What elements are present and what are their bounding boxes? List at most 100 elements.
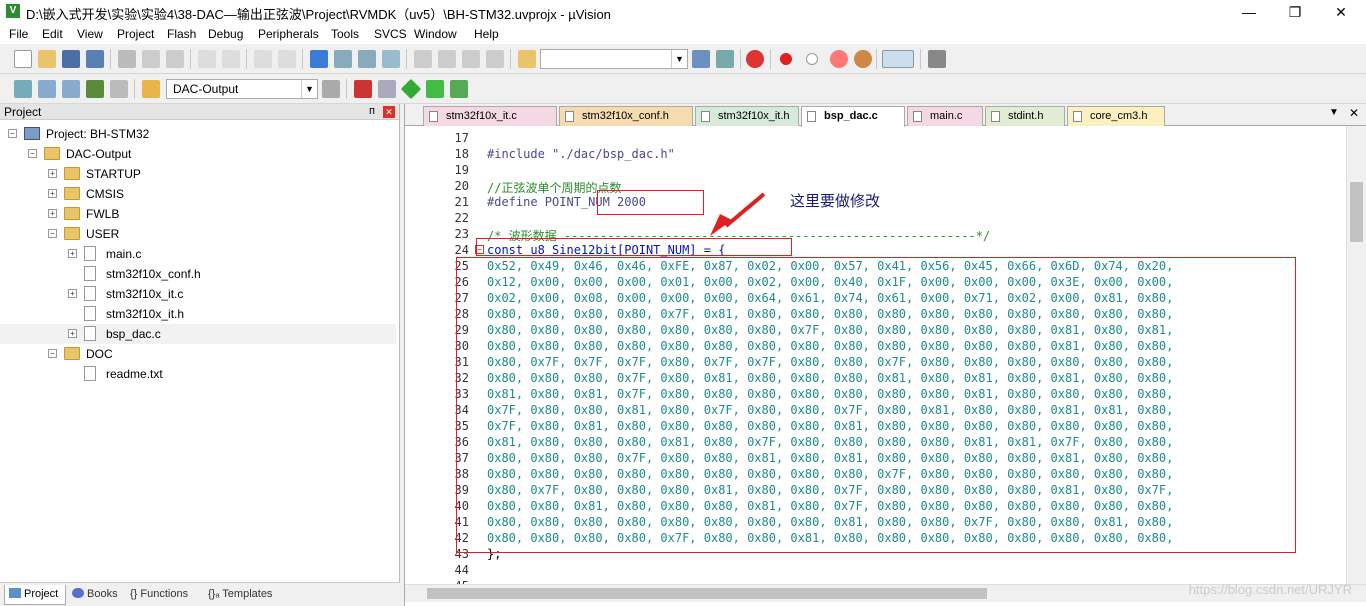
manage-project-items-icon[interactable]	[354, 80, 372, 98]
code-line[interactable]: 19	[405, 162, 1345, 178]
open-file-icon[interactable]	[38, 50, 56, 68]
editor-tab[interactable]: main.c	[907, 106, 983, 126]
menu-svcs[interactable]: SVCS	[374, 27, 407, 41]
expand-icon[interactable]: +	[68, 249, 77, 258]
configure-icon[interactable]	[928, 50, 946, 68]
menu-file[interactable]: File	[9, 27, 28, 41]
tree-item[interactable]: + bsp_dac.c	[0, 324, 396, 344]
editor-tab[interactable]: core_cm3.h	[1067, 106, 1165, 126]
vertical-scroll-thumb[interactable]	[1350, 182, 1363, 242]
manage-rte-icon[interactable]	[450, 80, 468, 98]
menu-debug[interactable]: Debug	[208, 27, 243, 41]
indent-icon[interactable]	[414, 50, 432, 68]
chevron-down-icon[interactable]: ▼	[301, 80, 317, 98]
kill-all-breakpoints-icon[interactable]	[854, 50, 872, 68]
stop-build-icon[interactable]	[110, 80, 128, 98]
code-line[interactable]: 44	[405, 562, 1345, 578]
build-icon[interactable]	[38, 80, 56, 98]
menu-flash[interactable]: Flash	[167, 27, 196, 41]
collapse-icon[interactable]: −	[48, 349, 57, 358]
tree-item[interactable]: − DOC	[0, 344, 396, 364]
breakpoint-icon[interactable]	[780, 53, 792, 65]
code-line[interactable]: 22	[405, 210, 1345, 226]
redo-icon[interactable]	[222, 50, 240, 68]
kill-breakpoints-icon[interactable]	[830, 50, 848, 68]
code-line[interactable]: 18 #include "./dac/bsp_dac.h"	[405, 146, 1345, 162]
unindent-icon[interactable]	[438, 50, 456, 68]
tree-item[interactable]: − Project: BH-STM32	[0, 124, 396, 144]
menu-tools[interactable]: Tools	[331, 27, 359, 41]
pin-icon[interactable]: ᴨ	[369, 105, 375, 117]
uncomment-icon[interactable]	[486, 50, 504, 68]
file-extensions-icon[interactable]	[378, 80, 396, 98]
undo-icon[interactable]	[198, 50, 216, 68]
batch-build-icon[interactable]	[86, 80, 104, 98]
collapse-icon[interactable]: −	[48, 229, 57, 238]
tree-item[interactable]: stm32f10x_conf.h	[0, 264, 396, 284]
menu-help[interactable]: Help	[474, 27, 499, 41]
tab-list-chevron-icon[interactable]: ▼	[1329, 107, 1339, 118]
close-icon[interactable]: ✕	[383, 106, 395, 118]
collapse-icon[interactable]: −	[28, 149, 37, 158]
target-select[interactable]: DAC-Output ▼	[166, 79, 318, 99]
expand-icon[interactable]: +	[48, 209, 57, 218]
clear-bookmarks-icon[interactable]	[382, 50, 400, 68]
restore-button[interactable]: ❐	[1272, 0, 1318, 24]
window-layout-icon[interactable]	[882, 50, 914, 68]
expand-icon[interactable]: +	[68, 329, 77, 338]
download-icon[interactable]	[142, 80, 160, 98]
find-in-files-icon[interactable]	[518, 50, 536, 68]
tree-item[interactable]: + stm32f10x_it.c	[0, 284, 396, 304]
menu-view[interactable]: View	[77, 27, 103, 41]
editor-tab[interactable]: stdint.h	[985, 106, 1065, 126]
prev-bookmark-icon[interactable]	[334, 50, 352, 68]
save-icon[interactable]	[62, 50, 80, 68]
find-icon[interactable]	[692, 50, 710, 68]
select-packs-icon[interactable]	[426, 80, 444, 98]
close-tab-icon[interactable]: ✕	[1349, 106, 1359, 120]
bookmark-icon[interactable]	[310, 50, 328, 68]
paste-icon[interactable]	[166, 50, 184, 68]
find-combo[interactable]: ▼	[540, 49, 688, 69]
tree-item[interactable]: + STARTUP	[0, 164, 396, 184]
rebuild-icon[interactable]	[62, 80, 80, 98]
nav-back-icon[interactable]	[254, 50, 272, 68]
editor-tab[interactable]: bsp_dac.c	[801, 106, 905, 127]
editor-tab[interactable]: stm32f10x_it.c	[423, 106, 557, 126]
horizontal-scroll-thumb[interactable]	[427, 588, 987, 599]
disable-breakpoint-icon[interactable]	[806, 53, 818, 65]
expand-icon[interactable]: +	[68, 289, 77, 298]
tree-item[interactable]: stm32f10x_it.h	[0, 304, 396, 324]
chevron-down-icon[interactable]: ▼	[671, 50, 687, 68]
nav-forward-icon[interactable]	[278, 50, 296, 68]
incremental-find-icon[interactable]	[716, 50, 734, 68]
tree-item[interactable]: + main.c	[0, 244, 396, 264]
menu-project[interactable]: Project	[117, 27, 154, 41]
tab-project[interactable]: Project	[4, 585, 66, 605]
tab-books[interactable]: Books	[70, 585, 126, 605]
copy-icon[interactable]	[142, 50, 160, 68]
cut-icon[interactable]	[118, 50, 136, 68]
close-button[interactable]: ✕	[1318, 0, 1364, 24]
save-all-icon[interactable]	[86, 50, 104, 68]
tree-item[interactable]: − DAC-Output	[0, 144, 396, 164]
tree-item[interactable]: − USER	[0, 224, 396, 244]
tab-functions[interactable]: {} Functions	[130, 585, 204, 605]
expand-icon[interactable]: +	[48, 189, 57, 198]
menu-peripherals[interactable]: Peripherals	[258, 27, 319, 41]
tab-templates[interactable]: {}ₐ Templates	[208, 585, 288, 605]
expand-icon[interactable]: +	[48, 169, 57, 178]
tree-item[interactable]: + CMSIS	[0, 184, 396, 204]
target-options-icon[interactable]	[322, 80, 340, 98]
vertical-scrollbar[interactable]	[1346, 126, 1366, 584]
minimize-button[interactable]: —	[1226, 0, 1272, 24]
collapse-icon[interactable]: −	[8, 129, 17, 138]
next-bookmark-icon[interactable]	[358, 50, 376, 68]
editor-tab[interactable]: stm32f10x_conf.h	[559, 106, 693, 126]
pack-installer-icon[interactable]	[400, 78, 422, 100]
new-file-icon[interactable]	[14, 50, 32, 68]
menu-edit[interactable]: Edit	[42, 27, 63, 41]
debug-session-icon[interactable]	[746, 50, 764, 68]
code-line[interactable]: 17	[405, 130, 1345, 146]
comment-icon[interactable]	[462, 50, 480, 68]
